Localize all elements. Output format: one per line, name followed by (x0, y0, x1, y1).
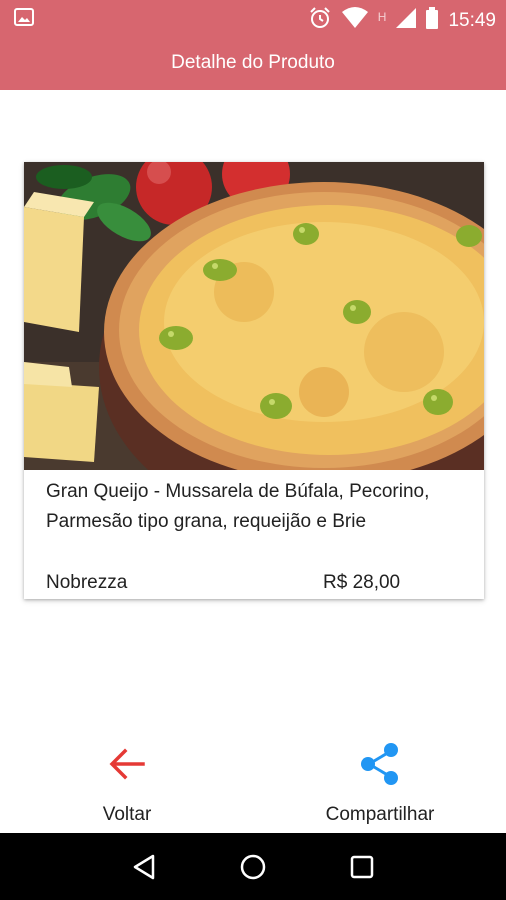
home-circle-icon[interactable] (233, 847, 273, 887)
share-icon (356, 740, 404, 788)
signal-icon (396, 8, 417, 33)
product-price: R$ 28,00 (323, 572, 401, 593)
product-title: Gran Queijo - Mussarela de Búfala, Pecor… (46, 481, 430, 532)
image-icon (14, 8, 34, 31)
system-nav-bar (0, 833, 506, 900)
alarm-icon (308, 6, 332, 35)
product-store: Nobrezza (46, 572, 128, 593)
back-button[interactable]: Voltar (27, 740, 227, 830)
share-button[interactable]: Compartilhar (280, 740, 480, 830)
product-image (24, 162, 484, 470)
network-type-label: H (377, 9, 387, 24)
product-card: Gran Queijo - Mussarela de Búfala, Pecor… (24, 162, 484, 599)
page-title: Detalhe do Produto (171, 52, 335, 73)
battery-icon (426, 7, 439, 34)
wifi-icon (341, 7, 368, 34)
back-triangle-icon[interactable] (124, 847, 164, 887)
clock: 15:49 (448, 9, 496, 31)
back-label: Voltar (102, 804, 152, 825)
app-bar: Detalhe do Produto (0, 36, 506, 90)
recents-square-icon[interactable] (342, 847, 382, 887)
arrow-left-icon (103, 740, 151, 788)
share-label: Compartilhar (325, 804, 435, 825)
status-bar: H 15:49 (0, 0, 506, 36)
